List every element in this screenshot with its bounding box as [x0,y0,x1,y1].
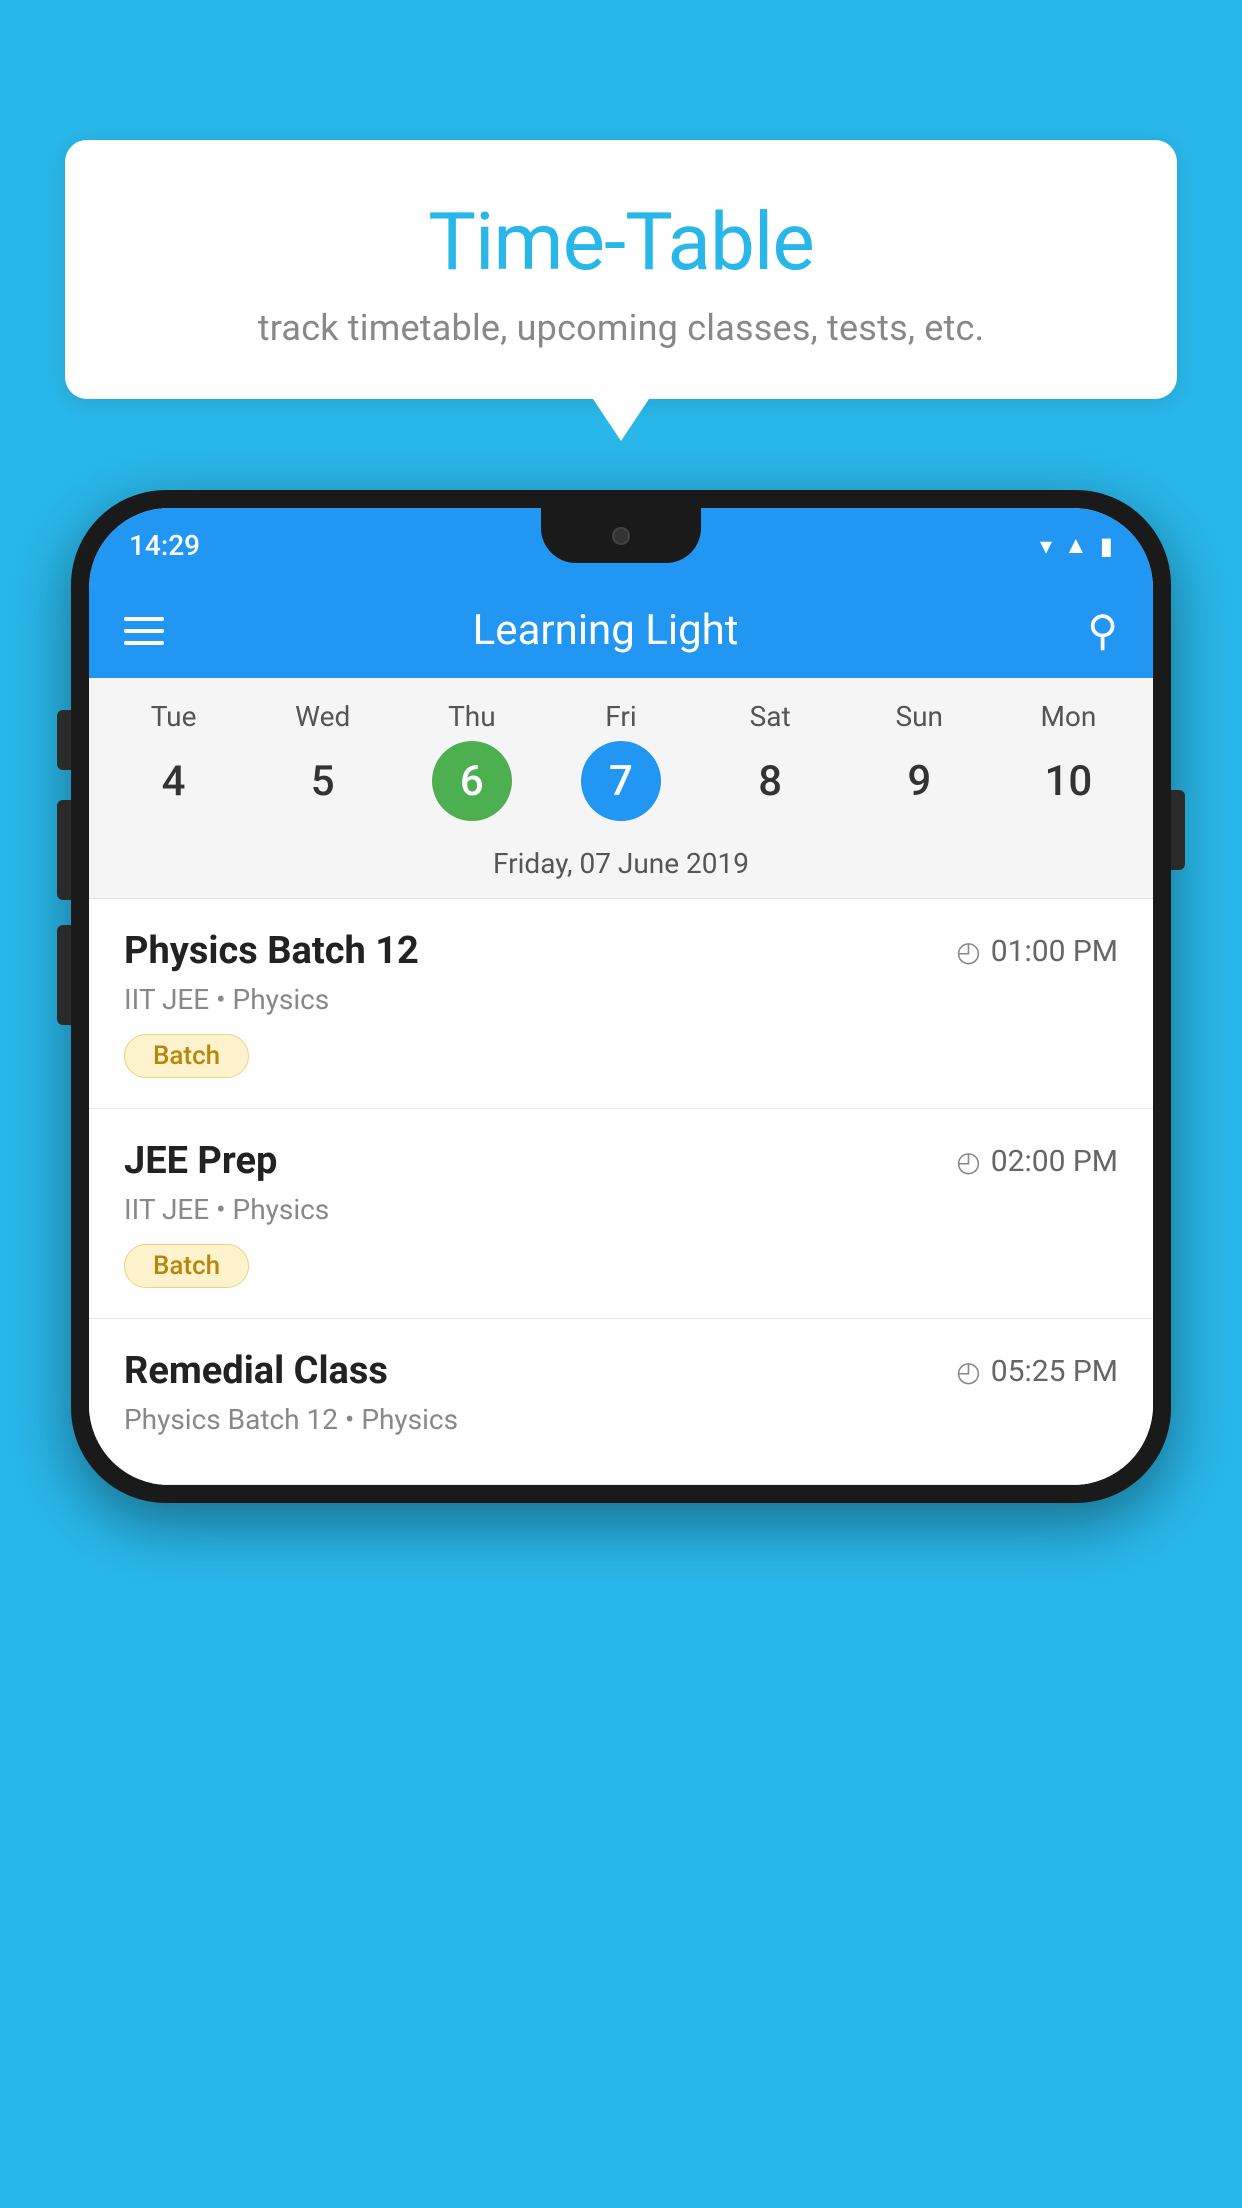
speech-bubble-container: Time-Table track timetable, upcoming cla… [65,140,1177,399]
schedule-list: Physics Batch 12 ◴ 01:00 PM IIT JEE • Ph… [89,899,1153,1485]
clock-icon-1: ◴ [956,935,980,968]
schedule-item-2-subtitle: IIT JEE • Physics [124,1193,1118,1226]
day-label-sat: Sat [696,700,845,733]
app-header: Learning Light ⚲ [89,583,1153,678]
phone-mockup: 14:29 ▾ ▲ ▮ Learning Light ⚲ [71,490,1171,1503]
schedule-item-3-time: ◴ 05:25 PM [956,1354,1118,1389]
day-label-wed: Wed [248,700,397,733]
schedule-item-1-title: Physics Batch 12 [124,929,419,973]
day-label-tue: Tue [99,700,248,733]
day-numbers: 4 5 6 7 8 9 10 [89,733,1153,839]
day-labels: Tue Wed Thu Fri Sat Sun Mon [89,678,1153,733]
phone-screen: 14:29 ▾ ▲ ▮ Learning Light ⚲ [89,508,1153,1485]
day-9[interactable]: 9 [845,741,994,821]
batch-badge-2: Batch [124,1244,249,1288]
bubble-title: Time-Table [125,195,1117,289]
day-label-fri: Fri [546,700,695,733]
time-value-2: 02:00 PM [991,1144,1118,1179]
speech-bubble: Time-Table track timetable, upcoming cla… [65,140,1177,399]
day-4[interactable]: 4 [99,741,248,821]
battery-icon: ▮ [1100,532,1113,560]
batch-badge-1: Batch [124,1034,249,1078]
time-value-3: 05:25 PM [991,1354,1118,1389]
schedule-item-3-header: Remedial Class ◴ 05:25 PM [124,1349,1118,1393]
clock-icon-2: ◴ [956,1145,980,1178]
schedule-item-1[interactable]: Physics Batch 12 ◴ 01:00 PM IIT JEE • Ph… [89,899,1153,1109]
day-label-thu: Thu [397,700,546,733]
schedule-item-3[interactable]: Remedial Class ◴ 05:25 PM Physics Batch … [89,1319,1153,1485]
search-button[interactable]: ⚲ [1087,606,1118,656]
day-7-selected[interactable]: 7 [581,741,661,821]
bubble-subtitle: track timetable, upcoming classes, tests… [125,307,1117,349]
status-time: 14:29 [129,529,200,562]
app-title: Learning Light [124,606,1087,655]
time-value-1: 01:00 PM [991,934,1118,969]
camera [612,527,630,545]
schedule-item-1-subtitle: IIT JEE • Physics [124,983,1118,1016]
status-bar: 14:29 ▾ ▲ ▮ [89,508,1153,583]
schedule-item-2-title: JEE Prep [124,1139,277,1183]
notch [541,508,701,563]
schedule-item-3-subtitle: Physics Batch 12 • Physics [124,1403,1118,1436]
volume-up-button [57,800,71,900]
day-label-mon: Mon [994,700,1143,733]
schedule-item-2-time: ◴ 02:00 PM [956,1144,1118,1179]
schedule-item-1-time: ◴ 01:00 PM [956,934,1118,969]
schedule-item-3-title: Remedial Class [124,1349,388,1393]
power-button [1171,790,1185,870]
volume-silent-button [57,710,71,770]
volume-down-button [57,925,71,1025]
wifi-icon: ▾ [1040,532,1052,560]
phone-outer: 14:29 ▾ ▲ ▮ Learning Light ⚲ [71,490,1171,1503]
schedule-item-2-header: JEE Prep ◴ 02:00 PM [124,1139,1118,1183]
selected-date-label: Friday, 07 June 2019 [89,839,1153,899]
day-5[interactable]: 5 [248,741,397,821]
clock-icon-3: ◴ [956,1355,980,1388]
schedule-item-2[interactable]: JEE Prep ◴ 02:00 PM IIT JEE • Physics Ba… [89,1109,1153,1319]
status-icons: ▾ ▲ ▮ [1040,531,1113,560]
signal-icon: ▲ [1064,531,1088,560]
day-6-today[interactable]: 6 [432,741,512,821]
day-10[interactable]: 10 [994,741,1143,821]
day-label-sun: Sun [845,700,994,733]
calendar-section: Tue Wed Thu Fri Sat Sun Mon 4 5 6 7 8 9 … [89,678,1153,899]
day-8[interactable]: 8 [696,741,845,821]
schedule-item-1-header: Physics Batch 12 ◴ 01:00 PM [124,929,1118,973]
